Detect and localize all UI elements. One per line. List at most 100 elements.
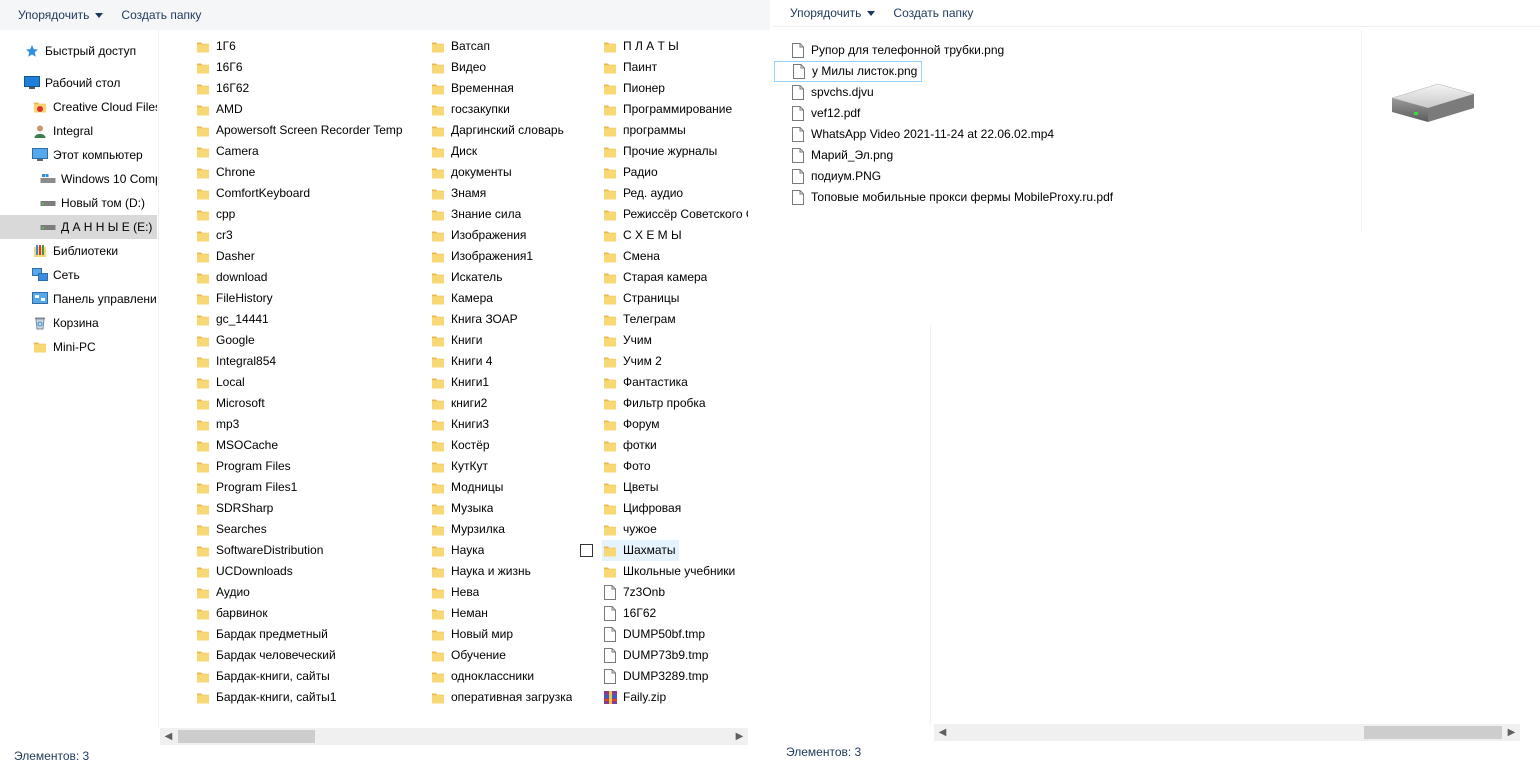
folder-item[interactable]: Searches [195, 519, 267, 540]
file-item[interactable]: DUMP3289.tmp [602, 666, 708, 687]
scroll-left-arrow-icon[interactable]: ◀ [934, 724, 951, 741]
right-file-item[interactable]: Марий_Эл.png [790, 145, 893, 166]
folder-item[interactable]: Шахматы [602, 540, 680, 561]
folder-item[interactable]: Ватсап [430, 36, 490, 57]
folder-item[interactable]: одноклассники [430, 666, 534, 687]
folder-item[interactable]: Прочие журналы [602, 141, 717, 162]
folder-item[interactable]: КутКут [430, 456, 488, 477]
folder-item[interactable]: Режиссёр Советского Союза [602, 204, 748, 225]
folder-item[interactable]: Program Files [195, 456, 291, 477]
folder-item[interactable]: Бардак предметный [195, 624, 328, 645]
nav-item[interactable]: Панель управления [0, 287, 157, 311]
folder-item[interactable]: госзакупки [430, 99, 510, 120]
folder-item[interactable]: SoftwareDistribution [195, 540, 323, 561]
file-item[interactable]: DUMP50bf.tmp [602, 624, 705, 645]
folder-item[interactable]: mp3 [195, 414, 239, 435]
nav-item[interactable]: Сеть [0, 263, 157, 287]
navigation-pane[interactable]: Быстрый доступ Рабочий стол Creative Cloud… [0, 30, 157, 740]
folder-item[interactable]: Аудио [195, 582, 250, 603]
folder-item[interactable]: Обучение [430, 645, 506, 666]
nav-item[interactable]: Integral [0, 119, 157, 143]
folder-item[interactable]: С Х Е М Ы [602, 225, 682, 246]
folder-item[interactable]: Apowersoft Screen Recorder Temp [195, 120, 403, 141]
folder-item[interactable]: ComfortKeyboard [195, 183, 310, 204]
folder-item[interactable]: MSOCache [195, 435, 278, 456]
folder-item[interactable]: Паинт [602, 57, 657, 78]
nav-item[interactable]: Windows 10 Compact [0, 167, 157, 191]
right-file-item[interactable]: vef12.pdf [790, 103, 860, 124]
right-file-item[interactable]: подиум.PNG [790, 166, 881, 187]
folder-item[interactable]: 16Г6 [195, 57, 243, 78]
file-item[interactable]: 7z3Onb [602, 582, 665, 603]
right-file-item[interactable]: Рупор для телефонной трубки.png [790, 40, 1004, 61]
folder-item[interactable]: Учим [602, 330, 652, 351]
organize-button[interactable]: Упорядочить [18, 8, 104, 22]
folder-item[interactable]: программы [602, 120, 686, 141]
folder-item[interactable]: барвинок [195, 603, 268, 624]
folder-item[interactable]: Google [195, 330, 255, 351]
folder-item[interactable]: Мурзилка [430, 519, 505, 540]
folder-item[interactable]: Школьные учебники [602, 561, 735, 582]
folder-item[interactable]: Смена [602, 246, 660, 267]
folder-item[interactable]: Радио [602, 162, 658, 183]
nav-item[interactable]: Рабочий стол [0, 71, 157, 95]
right-horizontal-scrollbar[interactable]: ◀ ▶ [934, 724, 1520, 741]
folder-item[interactable]: оперативная загрузка [430, 687, 572, 708]
folder-item[interactable]: Форум [602, 414, 659, 435]
folder-item[interactable]: Пионер [602, 78, 665, 99]
right-file-item[interactable]: у Милы листок.png [774, 61, 923, 82]
folder-item[interactable]: Фильтр пробка [602, 393, 706, 414]
folder-item[interactable]: Старая камера [602, 267, 707, 288]
folder-item[interactable]: Новый мир [430, 624, 513, 645]
scroll-left-arrow-icon[interactable]: ◀ [160, 728, 177, 745]
folder-item[interactable]: cr3 [195, 225, 233, 246]
folder-item[interactable]: FileHistory [195, 288, 273, 309]
folder-item[interactable]: Integral854 [195, 351, 276, 372]
folder-item[interactable]: фотки [602, 435, 657, 456]
nav-item[interactable]: Mini-PC [0, 335, 157, 359]
folder-item[interactable]: Бардак человеческий [195, 645, 336, 666]
folder-item[interactable]: Цветы [602, 477, 659, 498]
nav-item[interactable]: Новый том (D:) [0, 191, 157, 215]
folder-item[interactable]: 1Г6 [195, 36, 236, 57]
folder-item[interactable]: Camera [195, 141, 259, 162]
scroll-right-arrow-icon[interactable]: ▶ [731, 728, 748, 745]
folder-item[interactable]: Неман [430, 603, 488, 624]
folder-item[interactable]: Книги 4 [430, 351, 492, 372]
folder-item[interactable]: Учим 2 [602, 351, 662, 372]
folder-item[interactable]: Изображения1 [430, 246, 533, 267]
nav-item[interactable]: Д А Н Н Ы Е (E:) [0, 215, 157, 239]
file-item[interactable]: 16Г62 [602, 603, 656, 624]
folder-item[interactable]: Программирование [602, 99, 732, 120]
folder-item[interactable]: Изображения [430, 225, 526, 246]
folder-item[interactable]: Наука [430, 540, 484, 561]
folder-item[interactable]: Program Files1 [195, 477, 297, 498]
nav-item[interactable]: Быстрый доступ [0, 39, 157, 63]
folder-item[interactable]: Искатель [430, 267, 502, 288]
folder-item[interactable]: Microsoft [195, 393, 265, 414]
folder-item[interactable]: книги2 [430, 393, 487, 414]
folder-item[interactable]: UCDownloads [195, 561, 293, 582]
item-checkbox[interactable] [580, 544, 593, 557]
folder-item[interactable]: Бардак-книги, сайты [195, 666, 330, 687]
folder-item[interactable]: cpp [195, 204, 235, 225]
folder-item[interactable]: П Л А Т Ы [602, 36, 679, 57]
folder-item[interactable]: Видео [430, 57, 486, 78]
folder-item[interactable]: Знамя [430, 183, 486, 204]
nav-item[interactable]: Creative Cloud Files [0, 95, 157, 119]
right-new-folder-button[interactable]: Создать папку [893, 6, 973, 20]
folder-item[interactable]: Телеграм [602, 309, 676, 330]
folder-item[interactable]: Dasher [195, 246, 255, 267]
folder-item[interactable]: gc_14441 [195, 309, 269, 330]
folder-item[interactable]: Камера [430, 288, 493, 309]
scroll-thumb[interactable] [178, 730, 315, 743]
right-scroll-thumb[interactable] [1364, 726, 1502, 739]
file-list[interactable]: 1Г6 16Г6 16Г62 AMD Apowersoft Screen Recorde… [158, 30, 749, 728]
folder-item[interactable]: Chrone [195, 162, 255, 183]
folder-item[interactable]: Книги3 [430, 414, 489, 435]
file-item[interactable]: DUMP73b9.tmp [602, 645, 708, 666]
scroll-right-arrow-icon[interactable]: ▶ [1503, 724, 1520, 741]
folder-item[interactable]: Фантастика [602, 372, 688, 393]
folder-item[interactable]: Знание сила [430, 204, 521, 225]
folder-item[interactable]: документы [430, 162, 512, 183]
